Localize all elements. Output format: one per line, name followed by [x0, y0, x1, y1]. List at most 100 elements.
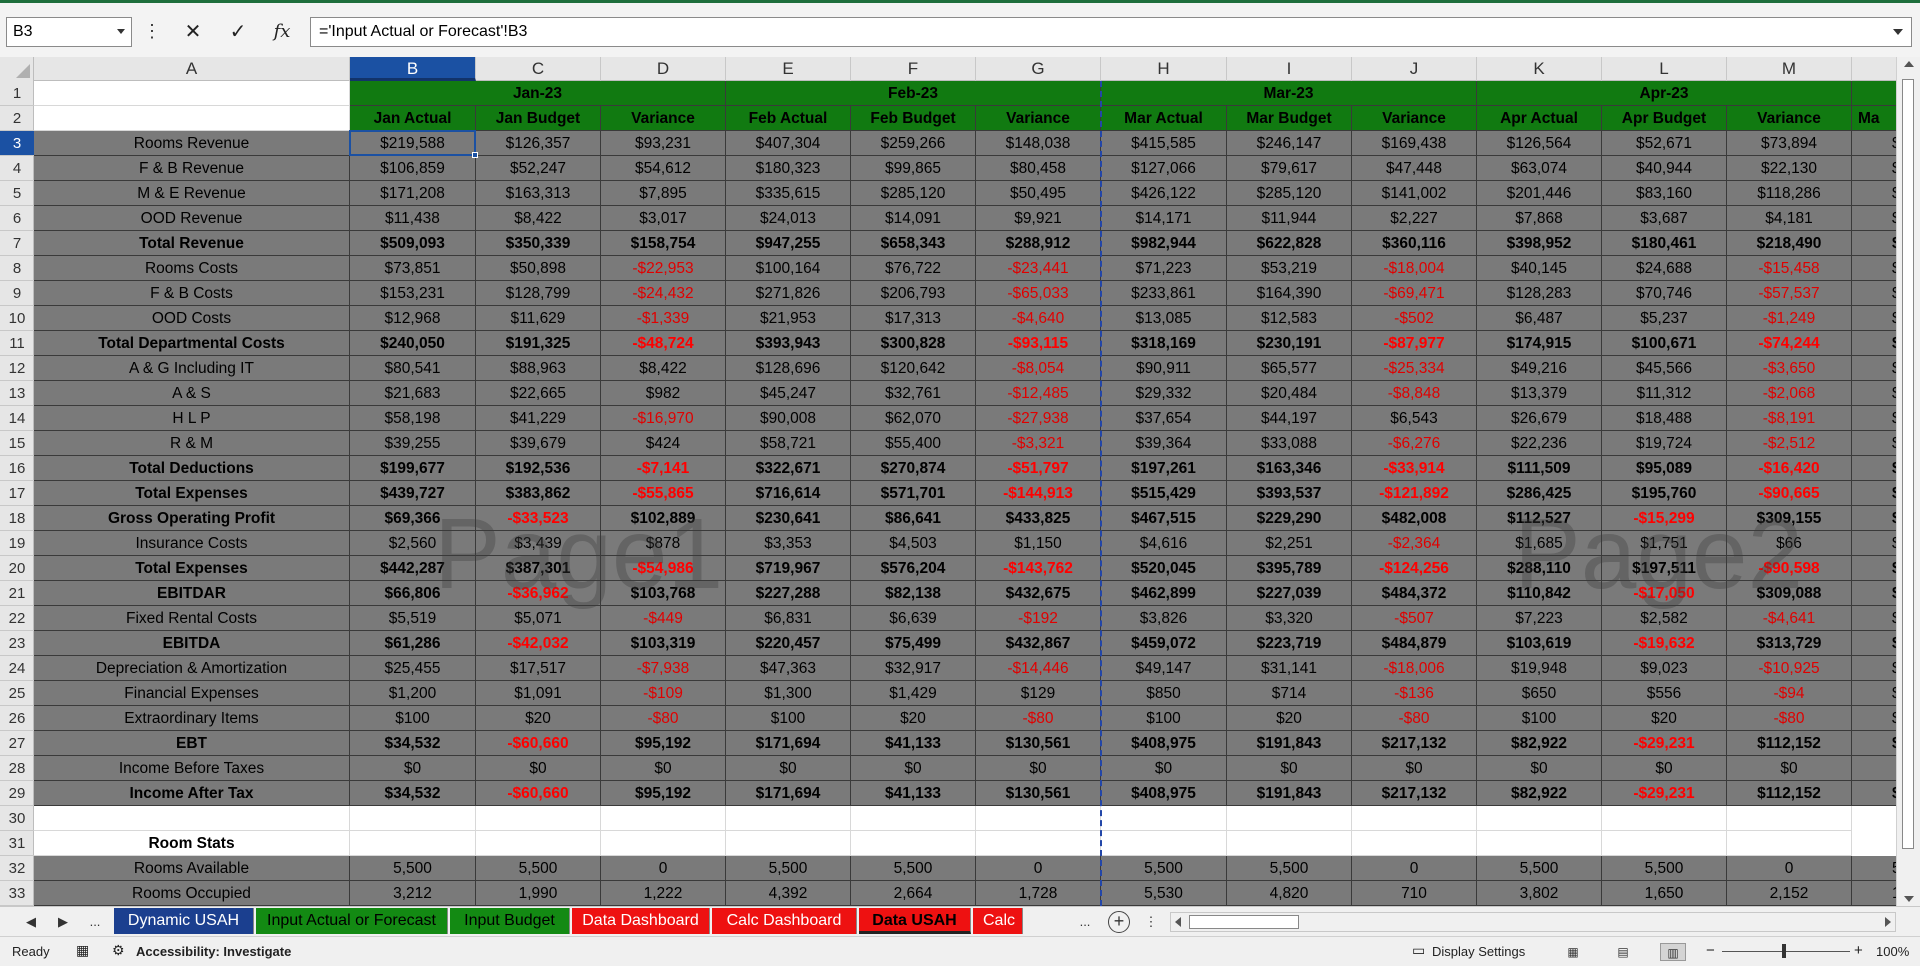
value-cell[interactable]: $982	[601, 381, 726, 406]
value-cell[interactable]: $432,675	[976, 581, 1101, 606]
value-cell[interactable]: $229,290	[1227, 506, 1352, 531]
value-cell[interactable]: $433,825	[976, 506, 1101, 531]
value-cell[interactable]: -$192	[976, 606, 1101, 631]
empty-cell[interactable]	[350, 806, 476, 831]
value-cell[interactable]: $982,944	[1101, 231, 1227, 256]
sheet-tab[interactable]: Calc	[973, 908, 1023, 934]
column-header-b[interactable]: B	[350, 57, 476, 81]
row-header-12[interactable]: 12	[0, 356, 34, 381]
value-cell-partial[interactable]: $3	[1852, 481, 1896, 506]
empty-cell[interactable]	[601, 806, 726, 831]
row-label[interactable]: Rooms Occupied	[34, 881, 350, 906]
value-cell[interactable]: $34,532	[350, 731, 476, 756]
value-cell[interactable]: $49,216	[1477, 356, 1602, 381]
value-cell[interactable]: $217,132	[1352, 731, 1477, 756]
row-header-29[interactable]: 29	[0, 781, 34, 806]
value-cell[interactable]: $130,561	[976, 731, 1101, 756]
value-cell[interactable]: -$124,256	[1352, 556, 1477, 581]
value-cell[interactable]: $83,160	[1602, 181, 1727, 206]
value-cell[interactable]: $0	[350, 756, 476, 781]
value-cell[interactable]: $0	[1227, 756, 1352, 781]
value-cell[interactable]: $21,683	[350, 381, 476, 406]
value-cell-partial[interactable]: 5	[1852, 856, 1896, 881]
value-cell[interactable]: -$15,299	[1602, 506, 1727, 531]
row-header-19[interactable]: 19	[0, 531, 34, 556]
value-cell[interactable]: $20	[1602, 706, 1727, 731]
value-cell[interactable]: $12,968	[350, 306, 476, 331]
value-cell[interactable]: $407,304	[726, 131, 851, 156]
value-cell[interactable]: -$65,033	[976, 281, 1101, 306]
value-cell[interactable]: $313,729	[1727, 631, 1852, 656]
value-cell[interactable]: $1,429	[851, 681, 976, 706]
value-cell[interactable]: $218,490	[1727, 231, 1852, 256]
sub-header[interactable]: Feb Actual	[726, 106, 851, 131]
value-cell-partial[interactable]: $	[1852, 356, 1896, 381]
value-cell[interactable]: $12,583	[1227, 306, 1352, 331]
value-cell[interactable]: $163,346	[1227, 456, 1352, 481]
value-cell-partial[interactable]: $	[1852, 706, 1896, 731]
value-cell[interactable]: $408,975	[1101, 731, 1227, 756]
empty-cell[interactable]	[1727, 806, 1852, 831]
value-cell[interactable]: -$3,650	[1727, 356, 1852, 381]
value-cell[interactable]: $41,133	[851, 781, 976, 806]
value-cell[interactable]: -$48,724	[601, 331, 726, 356]
value-cell[interactable]: -$33,914	[1352, 456, 1477, 481]
prev-sheet-icon[interactable]: ◀	[20, 911, 42, 933]
value-cell[interactable]: $126,564	[1477, 131, 1602, 156]
value-cell[interactable]: $13,085	[1101, 306, 1227, 331]
value-cell[interactable]: $100	[1101, 706, 1227, 731]
value-cell[interactable]: $719,967	[726, 556, 851, 581]
row-label[interactable]: Extraordinary Items	[34, 706, 350, 731]
page-layout-view-icon[interactable]: ▤	[1610, 943, 1636, 961]
expand-formula-icon[interactable]	[1893, 29, 1903, 35]
value-cell[interactable]: -$10,925	[1727, 656, 1852, 681]
value-cell[interactable]: $650	[1477, 681, 1602, 706]
value-cell[interactable]: $0	[1101, 756, 1227, 781]
row-label[interactable]: EBITDA	[34, 631, 350, 656]
value-cell[interactable]: -$57,537	[1727, 281, 1852, 306]
sub-header[interactable]: Mar Actual	[1101, 106, 1227, 131]
value-cell[interactable]: $191,843	[1227, 781, 1352, 806]
value-cell[interactable]: $82,922	[1477, 781, 1602, 806]
value-cell[interactable]: $11,629	[476, 306, 601, 331]
value-cell[interactable]: 5,500	[1602, 856, 1727, 881]
value-cell[interactable]: -$16,970	[601, 406, 726, 431]
value-cell[interactable]: $0	[476, 756, 601, 781]
value-cell[interactable]: $195,760	[1602, 481, 1727, 506]
value-cell[interactable]: $206,793	[851, 281, 976, 306]
sheet-tab[interactable]: Input Budget	[450, 908, 570, 934]
row-header-23[interactable]: 23	[0, 631, 34, 656]
value-cell[interactable]: -$69,471	[1352, 281, 1477, 306]
value-cell[interactable]: $3,017	[601, 206, 726, 231]
row-header-8[interactable]: 8	[0, 256, 34, 281]
empty-cell[interactable]	[1602, 806, 1727, 831]
page-break-preview-icon[interactable]: ▥	[1660, 943, 1686, 961]
sheet-tab[interactable]: Dynamic USAH	[114, 908, 254, 934]
value-cell[interactable]: $100	[350, 706, 476, 731]
scroll-right-icon[interactable]	[1885, 917, 1891, 927]
month-header[interactable]: Mar-23	[1101, 81, 1477, 106]
value-cell[interactable]: 0	[1727, 856, 1852, 881]
value-cell[interactable]: $556	[1602, 681, 1727, 706]
value-cell[interactable]: $192,536	[476, 456, 601, 481]
value-cell[interactable]: $5,237	[1602, 306, 1727, 331]
value-cell[interactable]: 5,530	[1101, 881, 1227, 906]
value-cell[interactable]: -$507	[1352, 606, 1477, 631]
value-cell[interactable]: 5,500	[1101, 856, 1227, 881]
row-label[interactable]: Income Before Taxes	[34, 756, 350, 781]
row-label[interactable]: Total Departmental Costs	[34, 331, 350, 356]
value-cell[interactable]: $169,438	[1352, 131, 1477, 156]
value-cell[interactable]: $128,283	[1477, 281, 1602, 306]
row-label[interactable]: Financial Expenses	[34, 681, 350, 706]
tab-overflow-right[interactable]: ...	[1074, 911, 1096, 933]
value-cell[interactable]: $509,093	[350, 231, 476, 256]
value-cell[interactable]: $387,301	[476, 556, 601, 581]
value-cell[interactable]: $100,164	[726, 256, 851, 281]
value-cell[interactable]: -$7,141	[601, 456, 726, 481]
zoom-out-button[interactable]: −	[1706, 942, 1715, 959]
value-cell[interactable]: -$80	[1352, 706, 1477, 731]
value-cell[interactable]: $288,110	[1477, 556, 1602, 581]
value-cell[interactable]: $65,577	[1227, 356, 1352, 381]
value-cell[interactable]: $1,300	[726, 681, 851, 706]
value-cell[interactable]: -$24,432	[601, 281, 726, 306]
